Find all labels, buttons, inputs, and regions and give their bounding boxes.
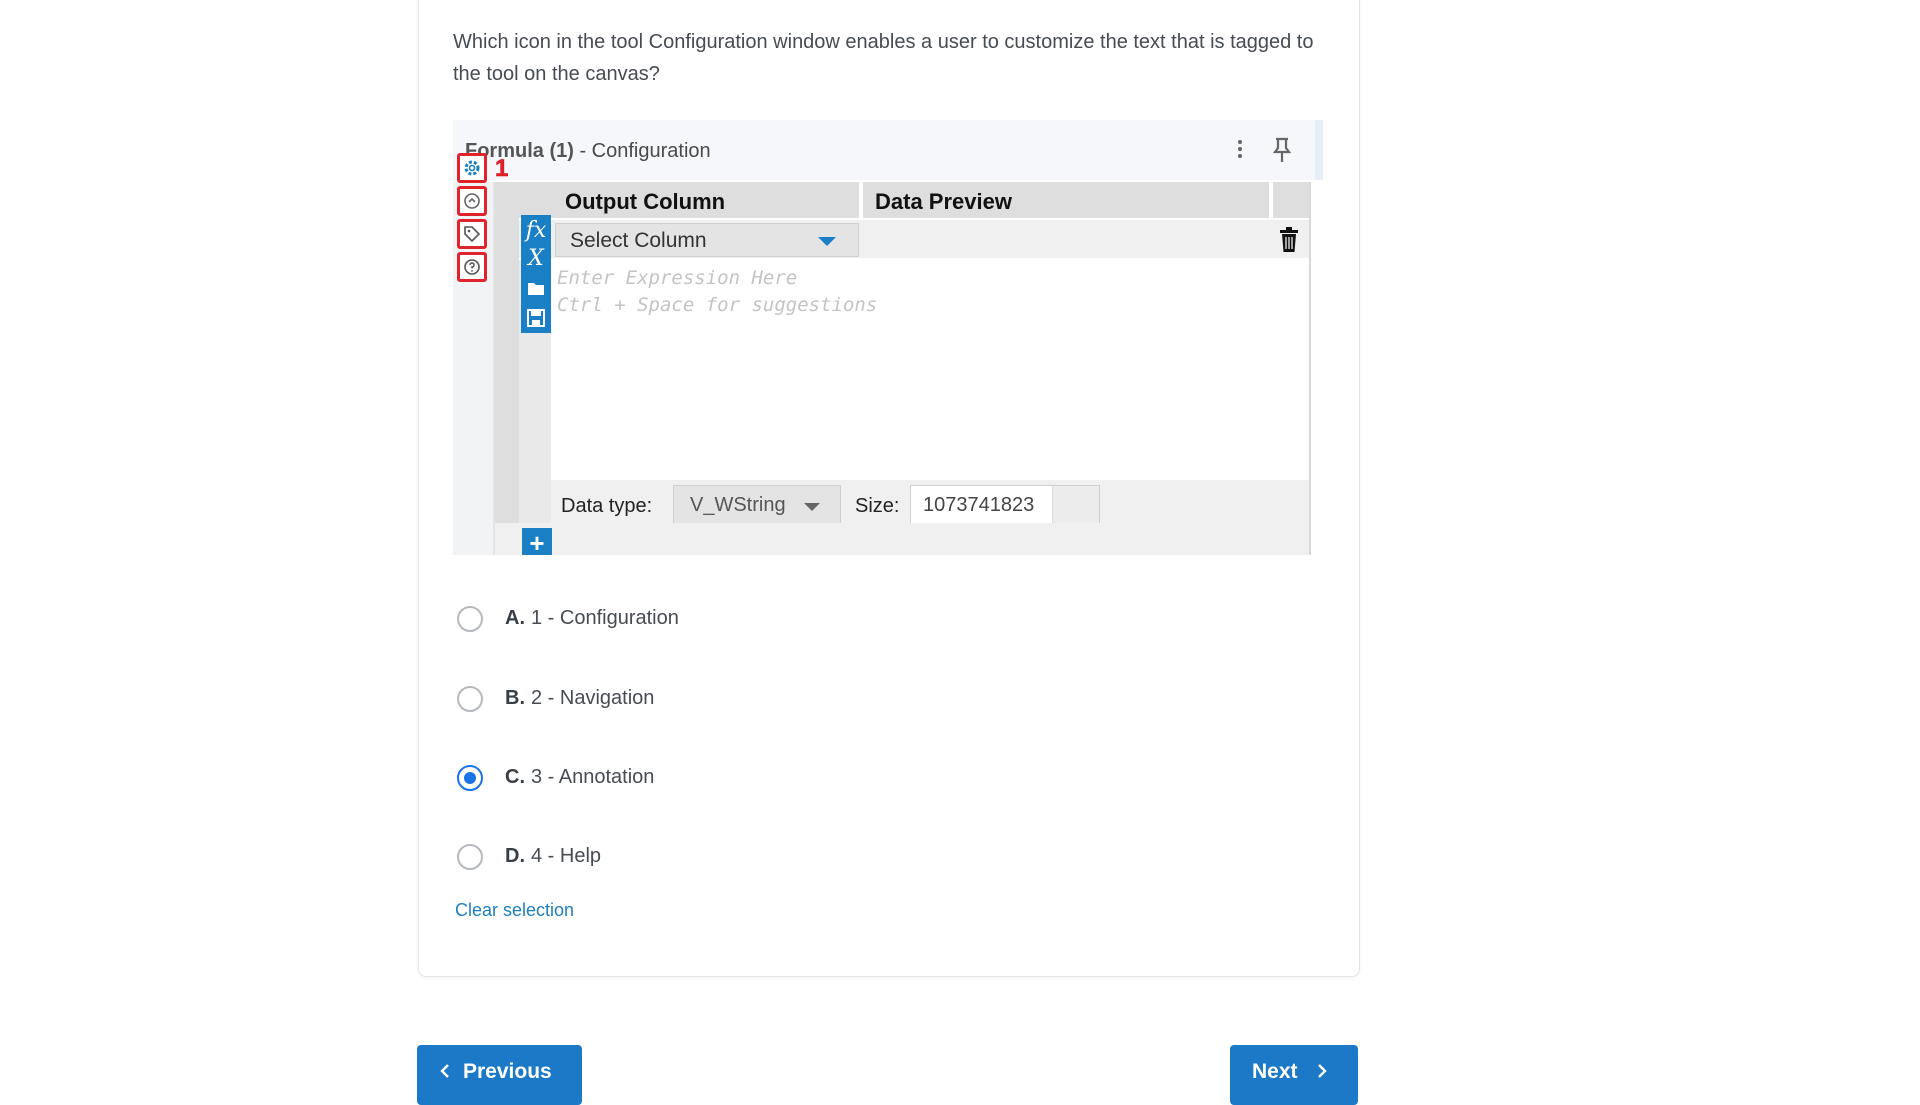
data-type-label: Data type: [561, 495, 653, 517]
expression-editor: Enter Expression Here Ctrl + Space for s… [557, 265, 877, 319]
option-b[interactable]: B. 2 - Navigation [455, 682, 955, 722]
question-text: Which icon in the tool Configuration win… [453, 31, 1314, 85]
option-c-label: 3 - Annotation [531, 766, 655, 788]
help-icon [457, 252, 487, 282]
radio-option-a[interactable] [457, 606, 483, 632]
dropdown-arrow-icon [804, 503, 820, 511]
option-b-label: 2 - Navigation [531, 687, 655, 709]
annotation-tag-icon [457, 219, 487, 249]
radio-option-b[interactable] [457, 686, 483, 712]
size-field: 1073741823 [910, 485, 1100, 525]
radio-option-c[interactable] [457, 765, 483, 791]
configuration-screenshot: Formula (1) - Configuration 1 2 3 4 Outp… [453, 120, 1323, 555]
variables-x-icon: X [521, 243, 551, 273]
chevron-right-icon [1298, 1045, 1328, 1084]
more-options-icon [1235, 138, 1245, 162]
option-d[interactable]: D. 4 - Help [455, 840, 955, 880]
config-header: Formula (1) - Configuration [453, 120, 1323, 180]
save-disk-icon [521, 303, 551, 333]
navigation-icon [457, 186, 487, 216]
previous-label: Previous [463, 1060, 552, 1083]
radio-option-d[interactable] [457, 844, 483, 870]
option-a-label: 1 - Configuration [531, 607, 679, 629]
configuration-gear-icon [457, 153, 487, 183]
previous-button[interactable]: Previous [417, 1045, 582, 1105]
option-d-label: 4 - Help [531, 845, 602, 867]
open-folder-icon [521, 273, 551, 303]
window-title: - Configuration [579, 140, 711, 162]
clear-selection-link[interactable]: Clear selection [455, 900, 574, 921]
marker-1: 1 [495, 155, 509, 183]
pin-icon [1272, 137, 1292, 162]
output-column-header: Output Column [555, 182, 859, 218]
add-formula-icon: + [522, 528, 552, 555]
size-spinner [1052, 486, 1099, 524]
size-label: Size: [855, 495, 900, 517]
expression-hint: Ctrl + Space for suggestions [557, 294, 878, 316]
chevron-left-icon [417, 1045, 451, 1084]
data-preview-header: Data Preview [863, 182, 1269, 218]
dropdown-arrow-icon [818, 237, 836, 246]
data-type-dropdown: V_WString [673, 485, 841, 525]
option-c[interactable]: C. 3 - Annotation [455, 761, 955, 801]
fx-function-icon: fx [521, 215, 551, 245]
next-button[interactable]: Next [1230, 1045, 1358, 1105]
option-a[interactable]: A. 1 - Configuration [455, 602, 955, 642]
trash-icon [1280, 227, 1298, 252]
expression-placeholder: Enter Expression Here [557, 267, 798, 289]
next-label: Next [1252, 1060, 1298, 1083]
select-column-dropdown: Select Column [555, 223, 859, 257]
